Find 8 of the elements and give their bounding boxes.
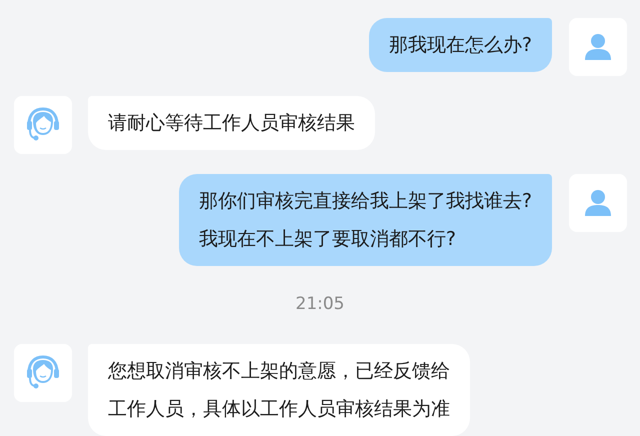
timestamp: 21:05 bbox=[296, 293, 344, 316]
person-icon bbox=[583, 188, 613, 218]
message-bubble: 那你们审核完直接给我上架了我找谁去? 我现在不上架了要取消都不行? bbox=[178, 174, 552, 266]
message-bubble: 您想取消审核不上架的意愿，已经反馈给 工作人员，具体以工作人员审核结果为准 bbox=[88, 344, 470, 436]
message-bubble: 那我现在怎么办? bbox=[368, 18, 552, 72]
message-bubble: 请耐心等待工作人员审核结果 bbox=[88, 96, 375, 150]
headset-person-icon bbox=[24, 354, 62, 392]
person-icon bbox=[583, 32, 613, 62]
